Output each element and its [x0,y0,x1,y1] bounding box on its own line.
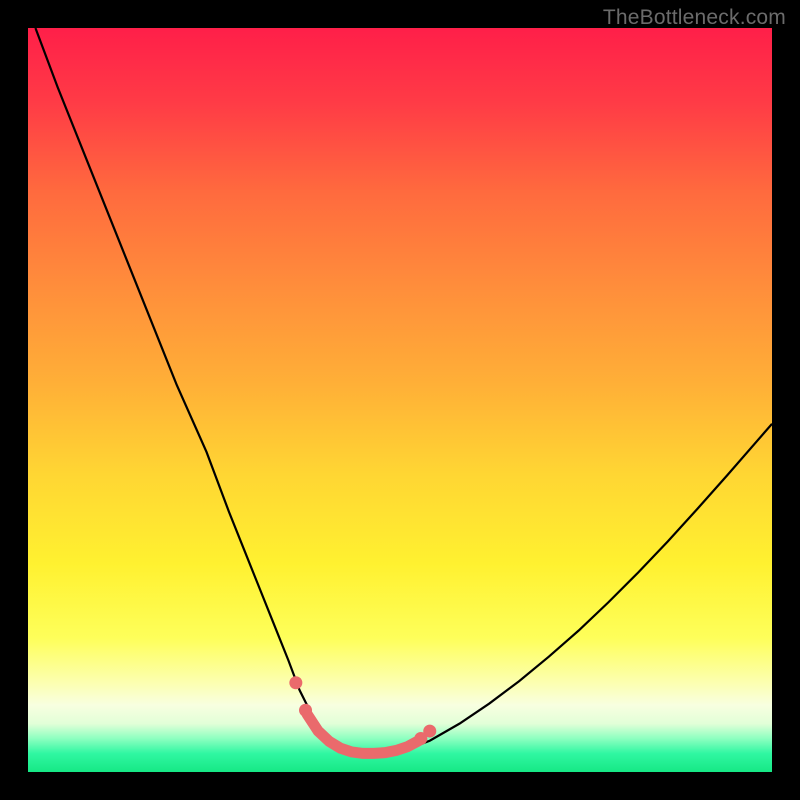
valley-highlight [307,714,419,753]
curve-layer [28,28,772,772]
chart-frame: TheBottleneck.com [0,0,800,800]
watermark-text: TheBottleneck.com [603,6,786,30]
plot-area [28,28,772,772]
bottleneck-curve [35,28,772,753]
dot-right-2 [423,725,436,738]
dot-left-2 [299,704,312,717]
dot-left-1 [289,676,302,689]
